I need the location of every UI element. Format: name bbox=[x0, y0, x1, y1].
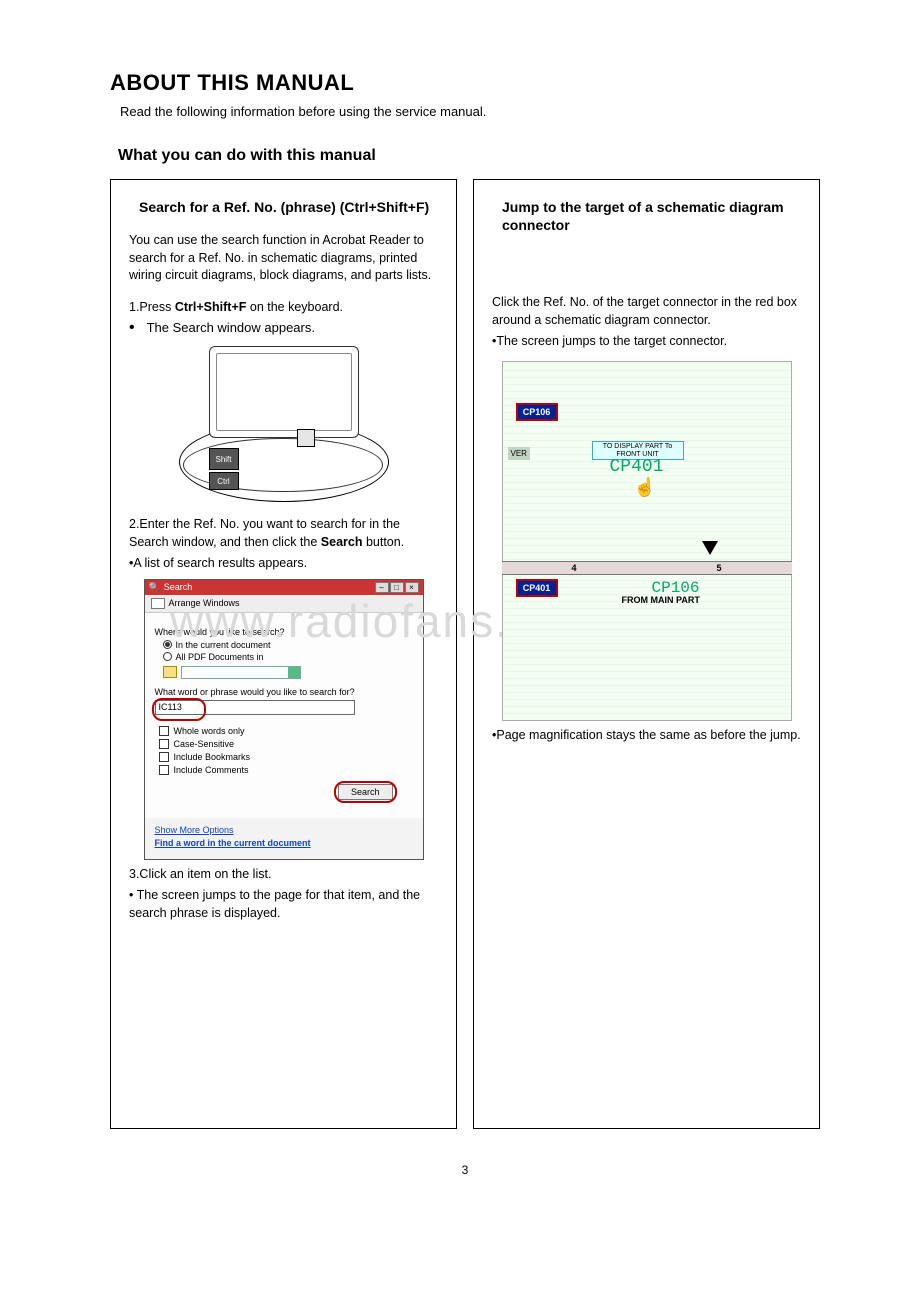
arrange-label[interactable]: Arrange Windows bbox=[169, 598, 240, 608]
where-label: Where would you like to search? bbox=[155, 627, 413, 637]
maximize-icon[interactable]: □ bbox=[390, 582, 404, 593]
left-desc: You can use the search function in Acrob… bbox=[129, 232, 438, 285]
arrange-icon[interactable] bbox=[151, 598, 165, 609]
minimize-icon[interactable]: – bbox=[375, 582, 389, 593]
cp401-green-label: CP401 bbox=[610, 457, 664, 477]
step2-bold: Search bbox=[321, 535, 363, 549]
page-title: ABOUT THIS MANUAL bbox=[110, 70, 820, 96]
radio-all-docs[interactable]: All PDF Documents in bbox=[163, 652, 413, 662]
right-heading: Jump to the target of a schematic diagra… bbox=[502, 198, 801, 234]
search-button[interactable]: Search bbox=[338, 784, 393, 800]
step2-result: •A list of search results appears. bbox=[129, 555, 438, 573]
close-icon[interactable]: × bbox=[405, 582, 419, 593]
check-whole-label: Whole words only bbox=[174, 726, 245, 736]
right-desc: Click the Ref. No. of the target connect… bbox=[492, 294, 801, 329]
page-number: 3 bbox=[110, 1163, 820, 1177]
right-panel: Jump to the target of a schematic diagra… bbox=[473, 179, 820, 1129]
search-icon: 🔍 bbox=[149, 582, 160, 593]
step1-kbd: Ctrl+Shift+F bbox=[175, 300, 247, 314]
dialog-title: Search bbox=[164, 582, 193, 592]
step1-result: The Search window appears. bbox=[147, 320, 315, 335]
section-subtitle: What you can do with this manual bbox=[118, 147, 820, 165]
link-find-word[interactable]: Find a word in the current document bbox=[155, 838, 413, 848]
intro-text: Read the following information before us… bbox=[120, 104, 820, 119]
step2-suffix: button. bbox=[362, 535, 404, 549]
ctrl-key-icon: Ctrl bbox=[209, 472, 239, 490]
radio-current-label: In the current document bbox=[176, 640, 271, 650]
check-comments[interactable]: Include Comments bbox=[159, 765, 413, 775]
shift-key-icon: Shift bbox=[209, 448, 239, 470]
step-3: 3.Click an item on the list. bbox=[129, 866, 438, 884]
check-comments-label: Include Comments bbox=[174, 765, 249, 775]
radio-current-doc[interactable]: In the current document bbox=[163, 640, 413, 650]
ruler-4: 4 bbox=[571, 563, 576, 573]
f-key-icon bbox=[297, 429, 315, 447]
schematic-figure: CP106 VER TO DISPLAY PART To FRONT UNIT … bbox=[502, 361, 792, 721]
check-case[interactable]: Case-Sensitive bbox=[159, 739, 413, 749]
folder-icon bbox=[163, 666, 177, 678]
right-result: •The screen jumps to the target connecto… bbox=[492, 333, 801, 351]
bullet-icon: • bbox=[129, 320, 135, 336]
cp401-connector-ref[interactable]: CP401 bbox=[516, 579, 558, 597]
arrow-down-icon bbox=[702, 541, 718, 555]
left-heading: Search for a Ref. No. (phrase) (Ctrl+Shi… bbox=[139, 198, 438, 216]
ruler-divider: 4 5 bbox=[502, 561, 792, 575]
step1-prefix: 1.Press bbox=[129, 300, 175, 314]
folder-dropdown[interactable] bbox=[163, 666, 413, 679]
cp106-connector-ref[interactable]: CP106 bbox=[516, 403, 558, 421]
step-1: 1.Press Ctrl+Shift+F on the keyboard. • … bbox=[129, 299, 438, 337]
what-label: What word or phrase would you like to se… bbox=[155, 687, 413, 697]
radio-all-label: All PDF Documents in bbox=[176, 652, 264, 662]
step-2: 2.Enter the Ref. No. you want to search … bbox=[129, 516, 438, 573]
ver-label: VER bbox=[508, 447, 530, 460]
search-dialog-figure: 🔍 Search – □ × Arrange Windows Where wou… bbox=[144, 579, 424, 860]
hand-cursor-icon: ☝ bbox=[634, 477, 656, 498]
right-note: •Page magnification stays the same as be… bbox=[492, 727, 801, 745]
from-main-label: FROM MAIN PART bbox=[622, 595, 700, 605]
left-panel: Search for a Ref. No. (phrase) (Ctrl+Shi… bbox=[110, 179, 457, 1129]
check-whole[interactable]: Whole words only bbox=[159, 726, 413, 736]
step3-result: • The screen jumps to the page for that … bbox=[129, 887, 438, 922]
check-bookmarks-label: Include Bookmarks bbox=[174, 752, 251, 762]
ruler-5: 5 bbox=[716, 563, 721, 573]
step1-suffix: on the keyboard. bbox=[246, 300, 343, 314]
link-more-options[interactable]: Show More Options bbox=[155, 825, 413, 835]
check-bookmarks[interactable]: Include Bookmarks bbox=[159, 752, 413, 762]
check-case-label: Case-Sensitive bbox=[174, 739, 235, 749]
laptop-figure: Shift Ctrl bbox=[179, 342, 389, 502]
search-input[interactable]: IC113 bbox=[155, 700, 355, 715]
search-input-value: IC113 bbox=[159, 702, 182, 712]
